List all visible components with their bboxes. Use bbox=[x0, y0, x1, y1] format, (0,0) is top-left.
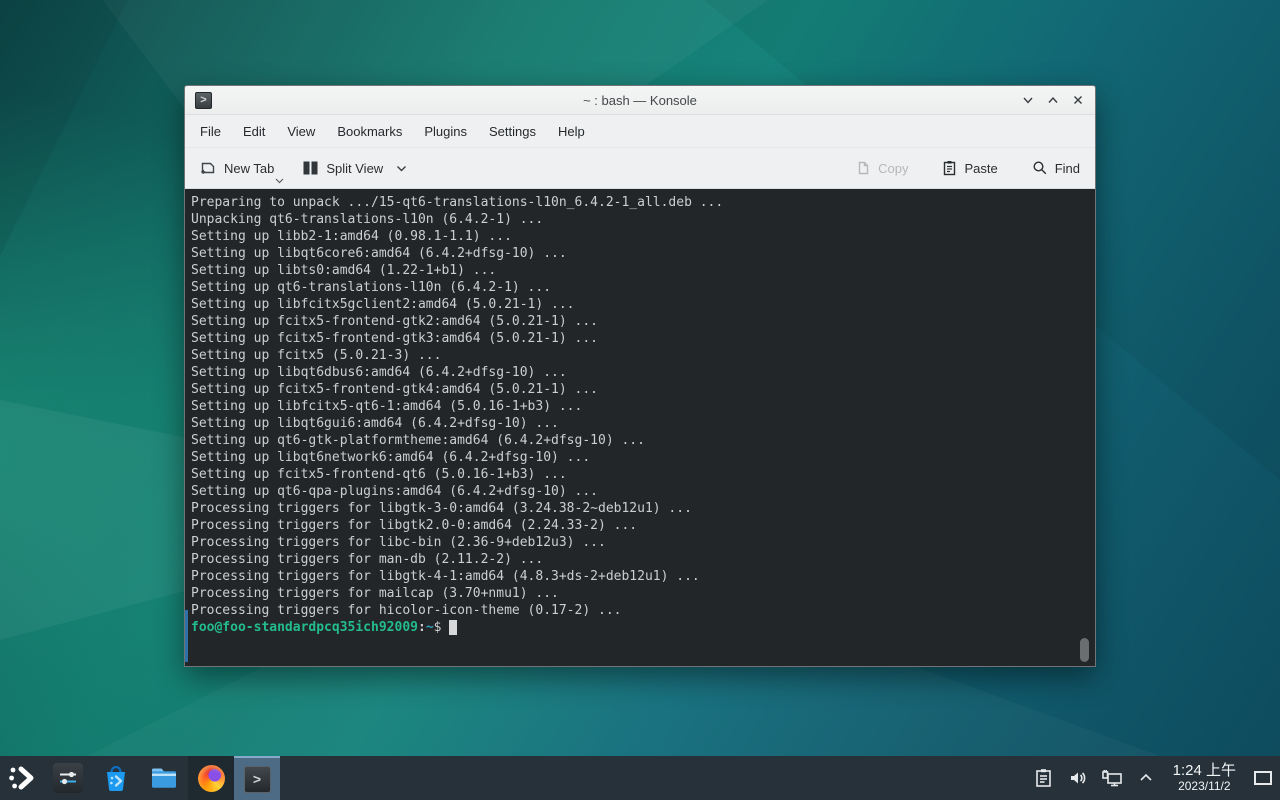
window-title: ~ : bash — Konsole bbox=[185, 93, 1095, 108]
toolbar: New Tab Split View bbox=[185, 148, 1095, 189]
find-icon bbox=[1032, 160, 1048, 176]
copy-icon bbox=[855, 160, 871, 176]
discover-launcher[interactable] bbox=[92, 756, 140, 800]
terminal-line: Setting up qt6-qpa-plugins:amd64 (6.4.2+… bbox=[191, 483, 1089, 500]
shell-prompt: foo@foo-standardpcq35ich92009:~$ bbox=[191, 619, 1089, 636]
prompt-symbol: $ bbox=[434, 620, 442, 635]
desktop: > ~ : bash — Konsole FileEditViewBookmar… bbox=[0, 0, 1280, 800]
terminal-line: Setting up libqt6core6:amd64 (6.4.2+dfsg… bbox=[191, 245, 1089, 262]
konsole-icon: > bbox=[244, 766, 271, 793]
terminal-line: Setting up fcitx5-frontend-gtk4:amd64 (5… bbox=[191, 381, 1089, 398]
copy-button: Copy bbox=[853, 156, 910, 180]
terminal-line: Setting up fcitx5-frontend-qt6 (5.0.16-1… bbox=[191, 466, 1089, 483]
copy-label: Copy bbox=[878, 161, 908, 176]
minimize-button[interactable] bbox=[1021, 93, 1035, 107]
prompt-user-host: foo@foo-standardpcq35ich92009 bbox=[191, 620, 418, 635]
application-launcher-icon bbox=[8, 764, 36, 792]
application-launcher-button[interactable] bbox=[0, 756, 44, 800]
paste-label: Paste bbox=[964, 161, 997, 176]
close-icon bbox=[1072, 94, 1084, 106]
titlebar[interactable]: > ~ : bash — Konsole bbox=[185, 86, 1095, 115]
terminal-line: Setting up libb2-1:amd64 (0.98.1-1.1) ..… bbox=[191, 228, 1089, 245]
terminal-line: Processing triggers for mailcap (3.70+nm… bbox=[191, 585, 1089, 602]
menu-bar: FileEditViewBookmarksPluginsSettingsHelp bbox=[185, 115, 1095, 148]
network-tray-icon[interactable] bbox=[1099, 763, 1125, 793]
clipboard-tray-icon[interactable] bbox=[1031, 763, 1057, 793]
system-settings-launcher[interactable] bbox=[44, 756, 92, 800]
expand-tray-icon[interactable] bbox=[1133, 763, 1159, 793]
terminal-scrollbar[interactable] bbox=[1080, 638, 1089, 662]
taskbar-panel: > bbox=[0, 756, 1280, 800]
terminal-line: Setting up qt6-gtk-platformtheme:amd64 (… bbox=[191, 432, 1089, 449]
terminal-line: Setting up libfcitx5gclient2:amd64 (5.0.… bbox=[191, 296, 1089, 313]
chevron-down-icon bbox=[275, 178, 284, 184]
chevron-up-icon bbox=[1047, 94, 1059, 106]
menu-item[interactable]: Help bbox=[547, 118, 596, 145]
menu-item[interactable]: View bbox=[276, 118, 326, 145]
close-button[interactable] bbox=[1071, 93, 1085, 107]
terminal-scrollback: Preparing to unpack .../15-qt6-translati… bbox=[191, 194, 1089, 619]
prompt-separator: : bbox=[418, 620, 426, 635]
terminal-line: Setting up libqt6gui6:amd64 (6.4.2+dfsg-… bbox=[191, 415, 1089, 432]
terminal-line: Processing triggers for libgtk-3-0:amd64… bbox=[191, 500, 1089, 517]
taskbar-task-firefox[interactable] bbox=[188, 756, 234, 800]
volume-tray-icon[interactable] bbox=[1065, 763, 1091, 793]
folder-icon bbox=[149, 763, 179, 793]
konsole-app-icon: > bbox=[195, 92, 212, 109]
terminal-line: Preparing to unpack .../15-qt6-translati… bbox=[191, 194, 1089, 211]
find-label: Find bbox=[1055, 161, 1080, 176]
show-desktop-button[interactable] bbox=[1246, 756, 1280, 800]
konsole-window: > ~ : bash — Konsole FileEditViewBookmar… bbox=[184, 85, 1096, 667]
terminal-line: Setting up fcitx5-frontend-gtk3:amd64 (5… bbox=[191, 330, 1089, 347]
paste-icon bbox=[942, 160, 957, 176]
system-tray bbox=[1031, 763, 1159, 793]
clock-date: 2023/11/2 bbox=[1173, 780, 1236, 793]
taskbar-task-konsole[interactable]: > bbox=[234, 756, 280, 800]
terminal-line: Processing triggers for libgtk-4-1:amd64… bbox=[191, 568, 1089, 585]
prompt-path: ~ bbox=[426, 620, 434, 635]
system-settings-icon bbox=[53, 763, 83, 793]
find-button[interactable]: Find bbox=[1030, 156, 1082, 180]
maximize-button[interactable] bbox=[1046, 93, 1060, 107]
terminal-line: Setting up libqt6dbus6:amd64 (6.4.2+dfsg… bbox=[191, 364, 1089, 381]
new-output-indicator bbox=[185, 610, 188, 662]
chevron-down-icon bbox=[396, 165, 407, 172]
menu-item[interactable]: File bbox=[189, 118, 232, 145]
terminal-line: Setting up fcitx5 (5.0.21-3) ... bbox=[191, 347, 1089, 364]
terminal-line: Processing triggers for libc-bin (2.36-9… bbox=[191, 534, 1089, 551]
terminal-line: Setting up qt6-translations-l10n (6.4.2-… bbox=[191, 279, 1089, 296]
firefox-icon bbox=[198, 765, 225, 792]
menu-item[interactable]: Edit bbox=[232, 118, 276, 145]
split-view-button[interactable]: Split View bbox=[300, 156, 409, 180]
new-tab-label: New Tab bbox=[224, 161, 274, 176]
terminal-output[interactable]: Preparing to unpack .../15-qt6-translati… bbox=[185, 189, 1095, 666]
terminal-line: Processing triggers for hicolor-icon-the… bbox=[191, 602, 1089, 619]
menu-item[interactable]: Bookmarks bbox=[326, 118, 413, 145]
terminal-line: Setting up libts0:amd64 (1.22-1+b1) ... bbox=[191, 262, 1089, 279]
terminal-line: Setting up libfcitx5-qt6-1:amd64 (5.0.16… bbox=[191, 398, 1089, 415]
terminal-line: Processing triggers for man-db (2.11.2-2… bbox=[191, 551, 1089, 568]
digital-clock[interactable]: 1:24 上午 2023/11/2 bbox=[1173, 763, 1236, 793]
new-tab-icon bbox=[200, 160, 217, 176]
split-view-label: Split View bbox=[326, 161, 383, 176]
window-controls bbox=[1021, 93, 1085, 107]
terminal-line: Unpacking qt6-translations-l10n (6.4.2-1… bbox=[191, 211, 1089, 228]
clock-time: 1:24 上午 bbox=[1173, 763, 1236, 780]
terminal-line: Processing triggers for libgtk2.0-0:amd6… bbox=[191, 517, 1089, 534]
chevron-down-icon bbox=[1022, 94, 1034, 106]
new-tab-button[interactable]: New Tab bbox=[198, 156, 276, 180]
split-view-icon bbox=[302, 160, 319, 176]
terminal-line: Setting up libqt6network6:amd64 (6.4.2+d… bbox=[191, 449, 1089, 466]
text-cursor bbox=[449, 620, 457, 635]
menu-item[interactable]: Settings bbox=[478, 118, 547, 145]
show-desktop-icon bbox=[1254, 771, 1272, 785]
discover-icon bbox=[101, 763, 131, 793]
menu-item[interactable]: Plugins bbox=[413, 118, 478, 145]
terminal-line: Setting up fcitx5-frontend-gtk2:amd64 (5… bbox=[191, 313, 1089, 330]
file-manager-launcher[interactable] bbox=[140, 756, 188, 800]
paste-button[interactable]: Paste bbox=[940, 156, 999, 180]
